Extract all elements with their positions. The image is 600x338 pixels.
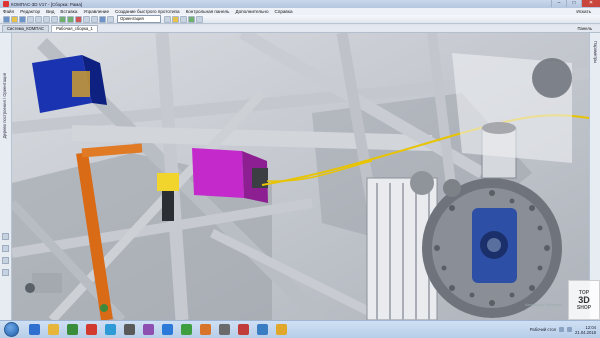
- app-icon-4[interactable]: [219, 324, 230, 335]
- library-icon[interactable]: [2, 269, 9, 276]
- maximize-button[interactable]: □: [566, 0, 581, 7]
- 3d-viewport[interactable]: [12, 33, 589, 320]
- tree-icon[interactable]: [2, 233, 9, 240]
- assembly-render: [12, 33, 589, 320]
- window-titlebar: КОМПАС-3D V17 - [Сборка: Рама] – □ ✕: [0, 0, 600, 8]
- shading-icon[interactable]: [164, 15, 171, 23]
- pan-icon[interactable]: [91, 15, 98, 23]
- print-icon[interactable]: [27, 15, 34, 23]
- menu-extra[interactable]: Дополнительно: [232, 9, 271, 14]
- copy-icon[interactable]: [43, 15, 50, 23]
- menu-search[interactable]: Искать: [573, 9, 594, 14]
- app-icon-3[interactable]: [200, 324, 211, 335]
- right-panel: Параметры: [589, 33, 600, 320]
- desktop-label[interactable]: Рабочий стол: [530, 327, 556, 332]
- app-icon-6[interactable]: [276, 324, 287, 335]
- media-icon[interactable]: [67, 324, 78, 335]
- kompas-icon[interactable]: [238, 324, 249, 335]
- rotate-icon[interactable]: [99, 15, 106, 23]
- panel-label[interactable]: Панель: [578, 25, 600, 32]
- explorer-icon[interactable]: [48, 324, 59, 335]
- undo-icon[interactable]: [59, 15, 66, 23]
- menu-help[interactable]: Справка: [272, 9, 296, 14]
- save-icon[interactable]: [19, 15, 26, 23]
- word-icon[interactable]: [162, 324, 173, 335]
- close-button[interactable]: ✕: [581, 0, 600, 7]
- menu-edit[interactable]: Редактор: [17, 9, 43, 14]
- clock[interactable]: 12:04 21.04.2018: [575, 325, 596, 335]
- opera-icon[interactable]: [86, 324, 97, 335]
- minimize-button[interactable]: –: [551, 0, 566, 7]
- view-icon[interactable]: [107, 15, 114, 23]
- orientation-select[interactable]: Ориентация: [117, 15, 161, 23]
- activation-watermark: Активация Windows: [525, 302, 562, 307]
- left-panel: Дерево построения / Ориентация: [0, 33, 12, 320]
- network-icon[interactable]: [559, 327, 565, 332]
- app-icon: [3, 1, 9, 7]
- new-file-icon[interactable]: [3, 15, 10, 23]
- stop-icon[interactable]: [75, 15, 82, 23]
- open-folder-icon[interactable]: [11, 15, 18, 23]
- top3dshop-logo: TOP 3D SHOP: [568, 280, 600, 320]
- start-button[interactable]: [4, 322, 19, 337]
- skype-icon[interactable]: [105, 324, 116, 335]
- tab-system[interactable]: Система_КОМПАС: [2, 25, 50, 32]
- section-icon[interactable]: [180, 15, 187, 23]
- brake-disc: [422, 178, 562, 318]
- volume-icon[interactable]: [567, 327, 573, 332]
- document-tabs: Система_КОМПАС Рабочая_сборка_1 Панель: [0, 25, 600, 33]
- menu-prototype[interactable]: Создание быстрого прототипа: [112, 9, 183, 14]
- redo-icon[interactable]: [67, 15, 74, 23]
- menu-view[interactable]: Вид: [43, 9, 57, 14]
- tab-assembly[interactable]: Рабочая_сборка_1: [51, 25, 98, 32]
- menu-insert[interactable]: Вставка: [57, 9, 80, 14]
- cut-icon[interactable]: [35, 15, 42, 23]
- properties-icon[interactable]: [2, 257, 9, 264]
- menu-file[interactable]: Файл: [0, 9, 17, 14]
- layers-icon[interactable]: [2, 245, 9, 252]
- measure-icon[interactable]: [188, 15, 195, 23]
- app-icon-1[interactable]: [124, 324, 135, 335]
- system-tray: Рабочий стол 12:04 21.04.2018: [530, 325, 600, 335]
- left-panel-label[interactable]: Дерево построения / Ориентация: [2, 73, 7, 138]
- settings-icon[interactable]: [196, 15, 203, 23]
- menu-control-panel[interactable]: Контрольная панель: [183, 9, 233, 14]
- paste-icon[interactable]: [51, 15, 58, 23]
- zoom-icon[interactable]: [83, 15, 90, 23]
- menu-manage[interactable]: Управление: [80, 9, 112, 14]
- taskbar: Рабочий стол 12:04 21.04.2018: [0, 320, 600, 338]
- right-panel-label[interactable]: Параметры: [593, 41, 598, 63]
- ie-icon[interactable]: [29, 324, 40, 335]
- app-icon-5[interactable]: [257, 324, 268, 335]
- app-icon-2[interactable]: [143, 324, 154, 335]
- light-icon[interactable]: [172, 15, 179, 23]
- window-title: КОМПАС-3D V17 - [Сборка: Рама]: [11, 1, 83, 7]
- main-toolbar: Ориентация: [0, 15, 600, 24]
- chrome-icon[interactable]: [181, 324, 192, 335]
